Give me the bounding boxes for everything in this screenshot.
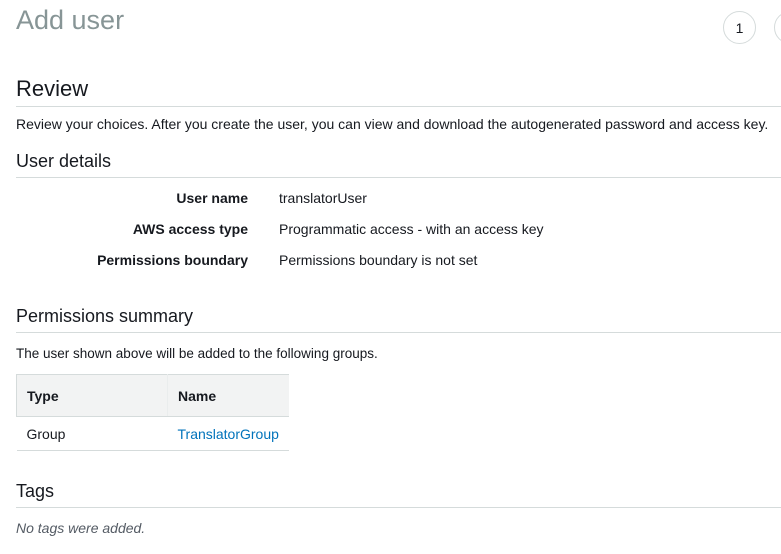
user-details-heading: User details (16, 150, 781, 178)
detail-row-user-name: User name translatorUser (0, 188, 781, 208)
group-name-link[interactable]: TranslatorGroup (178, 426, 279, 442)
detail-label: User name (176, 190, 248, 206)
table-row: Group TranslatorGroup (16, 416, 289, 451)
wizard-step-2[interactable] (774, 11, 781, 44)
column-header-type: Type (16, 374, 168, 417)
no-tags-message: No tags were added. (16, 520, 146, 536)
wizard-step-number: 1 (735, 19, 744, 36)
groups-table: Type Name Group TranslatorGroup (16, 374, 289, 451)
group-name-cell: TranslatorGroup (167, 416, 289, 451)
permissions-summary-description: The user shown above will be added to th… (16, 346, 378, 361)
detail-label: AWS access type (132, 221, 248, 237)
tags-heading: Tags (16, 480, 781, 508)
detail-label: Permissions boundary (97, 252, 248, 268)
detail-value: translatorUser (279, 190, 367, 206)
column-header-name: Name (167, 374, 289, 417)
wizard-step-1[interactable]: 1 (723, 11, 756, 44)
permissions-summary-heading: Permissions summary (16, 305, 781, 333)
review-description: Review your choices. After you create th… (16, 116, 769, 132)
table-header-row: Type Name (16, 374, 289, 417)
group-type-cell: Group (16, 416, 168, 451)
page-title: Add user (16, 5, 125, 35)
detail-row-permissions-boundary: Permissions boundary Permissions boundar… (0, 250, 781, 270)
review-heading: Review (16, 75, 781, 107)
detail-value: Programmatic access - with an access key (279, 221, 544, 237)
detail-value: Permissions boundary is not set (279, 252, 478, 268)
detail-row-access-type: AWS access type Programmatic access - wi… (0, 219, 781, 239)
